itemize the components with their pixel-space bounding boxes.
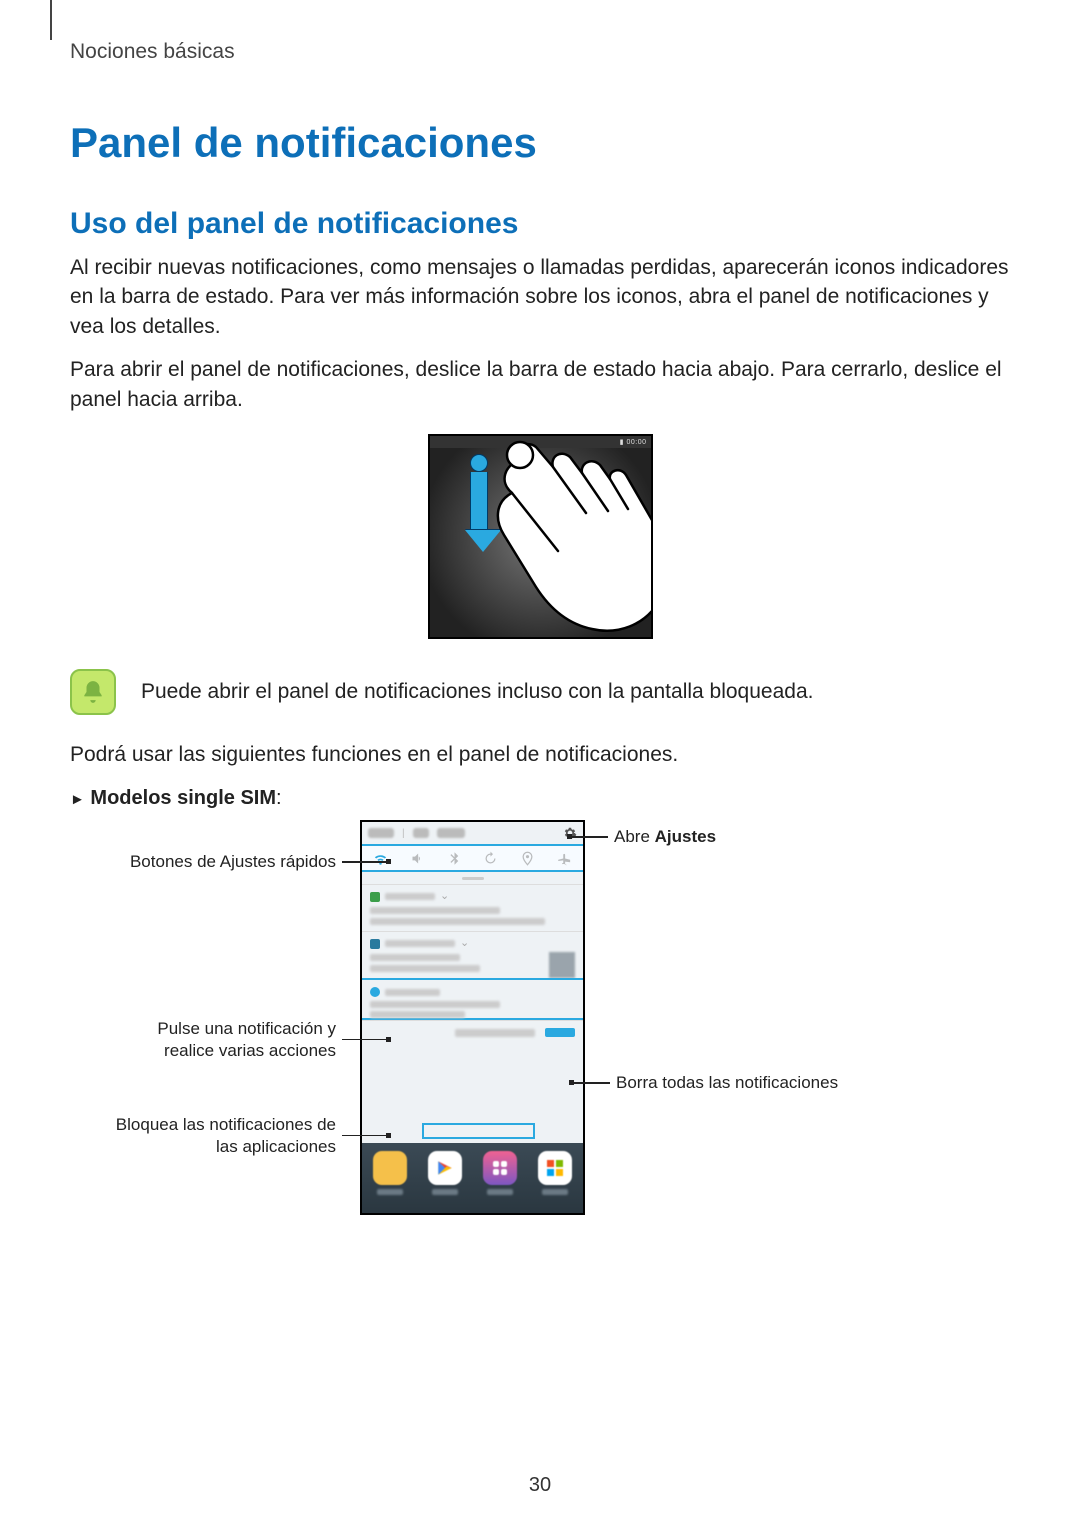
bell-note-icon: [70, 669, 116, 715]
block-notifications-highlight: [422, 1123, 535, 1139]
page-number: 30: [0, 1474, 1080, 1497]
block-notifications-label-blur: [455, 1029, 535, 1037]
airplane-icon: [557, 851, 572, 866]
page-content: Nociones básicas Panel de notificaciones…: [0, 0, 1080, 1260]
section-subtitle: Uso del panel de notificaciones: [70, 207, 1010, 241]
home-dock: [362, 1143, 583, 1213]
sound-icon: [410, 851, 425, 866]
location-icon: [520, 851, 535, 866]
quick-settings-row: [362, 844, 583, 872]
callout-open-settings: Abre Ajustes: [568, 826, 928, 847]
phone-mockup: | ⌄: [360, 820, 585, 1215]
page-title: Panel de notificaciones: [70, 119, 1010, 167]
callout-block-notifications: Bloquea las notificaciones de las aplica…: [70, 1114, 390, 1157]
paragraph-2: Para abrir el panel de notificaciones, d…: [70, 355, 1010, 414]
paragraph-3: Podrá usar las siguientes funciones en e…: [70, 740, 1010, 769]
notification-panel-diagram: | ⌄: [70, 820, 1010, 1260]
notification-item-1: ⌄: [362, 884, 583, 931]
callout-notification-action: Pulse una notificación y realice varias …: [70, 1018, 390, 1061]
note-block: Puede abrir el panel de notificaciones i…: [70, 669, 1010, 715]
page-crop-mark: [50, 0, 52, 40]
breadcrumb: Nociones básicas: [70, 40, 1010, 64]
panel-bottom-bar: [362, 1020, 583, 1044]
hand-gesture-icon: [458, 434, 653, 639]
note-text: Puede abrir el panel de notificaciones i…: [141, 680, 813, 704]
figure-swipe-down: ▮ 00:00: [70, 434, 1010, 639]
rotate-icon: [483, 851, 498, 866]
bluetooth-icon: [447, 851, 462, 866]
model-variant-label: ► Modelos single SIM:: [70, 787, 1010, 810]
callout-quick-settings: Botones de Ajustes rápidos: [70, 851, 390, 872]
clear-all-button: [545, 1028, 575, 1037]
paragraph-1: Al recibir nuevas notificaciones, como m…: [70, 253, 1010, 341]
notification-item-3-highlight: [360, 978, 585, 1020]
callout-clear-all: Borra todas las notificaciones: [570, 1072, 950, 1093]
notification-item-2: ⌄: [362, 931, 583, 978]
